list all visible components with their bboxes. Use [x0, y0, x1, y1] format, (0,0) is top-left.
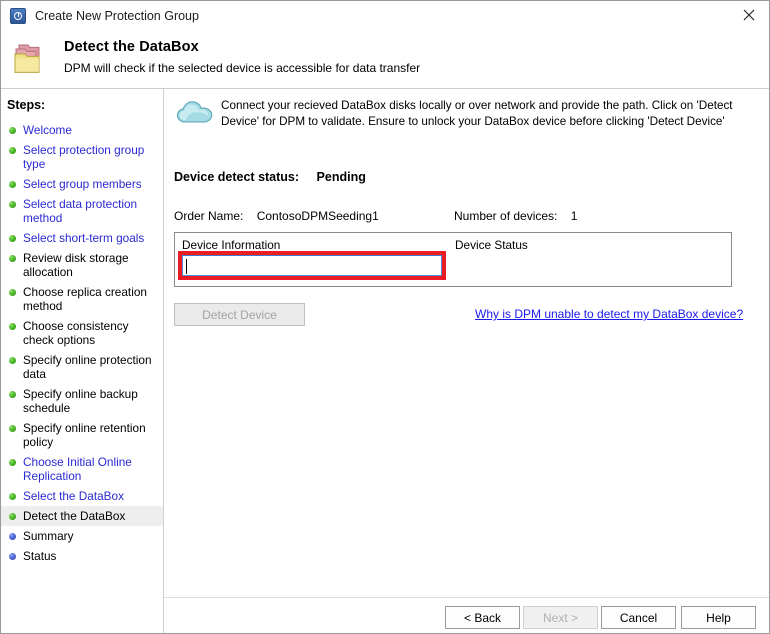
step-label: Summary	[23, 529, 73, 543]
close-button[interactable]	[727, 1, 770, 29]
device-detect-status-value: Pending	[317, 170, 366, 184]
step-bullet-icon	[9, 493, 16, 500]
column-header-device-status: Device Status	[455, 238, 528, 252]
back-button[interactable]: < Back	[445, 606, 520, 629]
sidebar-step-welcome[interactable]: Welcome	[1, 120, 163, 140]
sidebar-step-choose-consistency-check-options: Choose consistency check options	[1, 316, 163, 350]
step-bullet-icon	[9, 357, 16, 364]
step-bullet-icon	[9, 425, 16, 432]
cloud-icon	[176, 99, 214, 125]
sidebar-step-specify-online-retention-policy: Specify online retention policy	[1, 418, 163, 452]
steps-list: Welcome Select protection group type Selec…	[1, 120, 163, 566]
step-bullet-icon	[9, 533, 16, 540]
step-bullet-icon	[9, 147, 16, 154]
sidebar-step-specify-online-backup-schedule: Specify online backup schedule	[1, 384, 163, 418]
page-header: Detect the DataBox DPM will check if the…	[1, 30, 770, 88]
step-bullet-icon	[9, 127, 16, 134]
annotation-highlight-box	[178, 251, 446, 280]
step-bullet-icon	[9, 181, 16, 188]
page-subtitle: DPM will check if the selected device is…	[64, 61, 420, 75]
step-label: Select protection group type	[23, 143, 144, 171]
sidebar-step-detect-the-databox: Detect the DataBox	[1, 506, 163, 526]
sidebar-step-summary: Summary	[1, 526, 163, 546]
sidebar-step-status: Status	[1, 546, 163, 566]
step-bullet-icon	[9, 513, 16, 520]
order-name-value: ContosoDPMSeeding1	[257, 209, 379, 223]
steps-heading: Steps:	[7, 98, 45, 112]
sidebar-step-select-group-members[interactable]: Select group members	[1, 174, 163, 194]
step-label: Select group members	[23, 177, 142, 191]
sidebar-step-select-protection-group-type[interactable]: Select protection group type	[1, 140, 163, 174]
step-label: Specify online backup schedule	[23, 387, 138, 415]
step-label: Select the DataBox	[23, 489, 124, 503]
step-label: Detect the DataBox	[23, 509, 125, 523]
number-of-devices-field: Number of devices: 1	[454, 209, 577, 223]
sidebar-step-choose-initial-online-replication[interactable]: Choose Initial Online Replication	[1, 452, 163, 486]
folder-stack-icon	[13, 42, 53, 78]
steps-sidebar: Steps: Welcome Select protection group ty…	[1, 88, 164, 634]
create-protection-group-window: Create New Protection Group Detect the D…	[0, 0, 770, 634]
sidebar-step-select-short-term-goals[interactable]: Select short-term goals	[1, 228, 163, 248]
step-bullet-icon	[9, 391, 16, 398]
info-text: Connect your recieved DataBox disks loca…	[221, 98, 761, 129]
sidebar-step-choose-replica-creation-method: Choose replica creation method	[1, 282, 163, 316]
title-bar: Create New Protection Group	[1, 1, 770, 31]
close-icon	[743, 9, 755, 21]
info-banner: Connect your recieved DataBox disks loca…	[174, 94, 762, 140]
dpm-recovery-icon	[10, 8, 26, 24]
number-of-devices-value: 1	[571, 209, 578, 223]
step-label: Specify online retention policy	[23, 421, 146, 449]
step-label: Review disk storage allocation	[23, 251, 129, 279]
sidebar-step-specify-online-protection-data: Specify online protection data	[1, 350, 163, 384]
sidebar-step-select-data-protection-method[interactable]: Select data protection method	[1, 194, 163, 228]
step-label: Welcome	[23, 123, 72, 137]
sidebar-step-review-disk-storage-allocation: Review disk storage allocation	[1, 248, 163, 282]
step-bullet-icon	[9, 255, 16, 262]
cancel-button[interactable]: Cancel	[601, 606, 676, 629]
window-title: Create New Protection Group	[35, 9, 199, 23]
step-label: Specify online protection data	[23, 353, 152, 381]
step-bullet-icon	[9, 201, 16, 208]
next-button[interactable]: Next >	[523, 606, 598, 629]
why-unable-to-detect-link[interactable]: Why is DPM unable to detect my DataBox d…	[475, 307, 743, 321]
step-bullet-icon	[9, 553, 16, 560]
step-label: Choose replica creation method	[23, 285, 147, 313]
step-label: Choose Initial Online Replication	[23, 455, 132, 483]
step-label: Select data protection method	[23, 197, 137, 225]
order-name-field: Order Name: ContosoDPMSeeding1	[174, 209, 379, 223]
step-label: Choose consistency check options	[23, 319, 129, 347]
device-detect-status: Device detect status: Pending	[174, 170, 366, 184]
step-label: Select short-term goals	[23, 231, 144, 245]
column-header-device-information: Device Information	[182, 238, 280, 252]
page-title: Detect the DataBox	[64, 39, 199, 55]
order-name-label: Order Name:	[174, 209, 243, 223]
step-bullet-icon	[9, 235, 16, 242]
step-bullet-icon	[9, 289, 16, 296]
main-content: Connect your recieved DataBox disks loca…	[164, 88, 770, 634]
step-label: Status	[23, 549, 56, 563]
help-button[interactable]: Help	[681, 606, 756, 629]
wizard-footer: < Back Next > Cancel Help	[164, 597, 770, 634]
detect-device-button[interactable]: Detect Device	[174, 303, 305, 326]
number-of-devices-label: Number of devices:	[454, 209, 557, 223]
step-bullet-icon	[9, 323, 16, 330]
device-detect-status-label: Device detect status:	[174, 170, 299, 184]
sidebar-step-select-the-databox[interactable]: Select the DataBox	[1, 486, 163, 506]
step-bullet-icon	[9, 459, 16, 466]
